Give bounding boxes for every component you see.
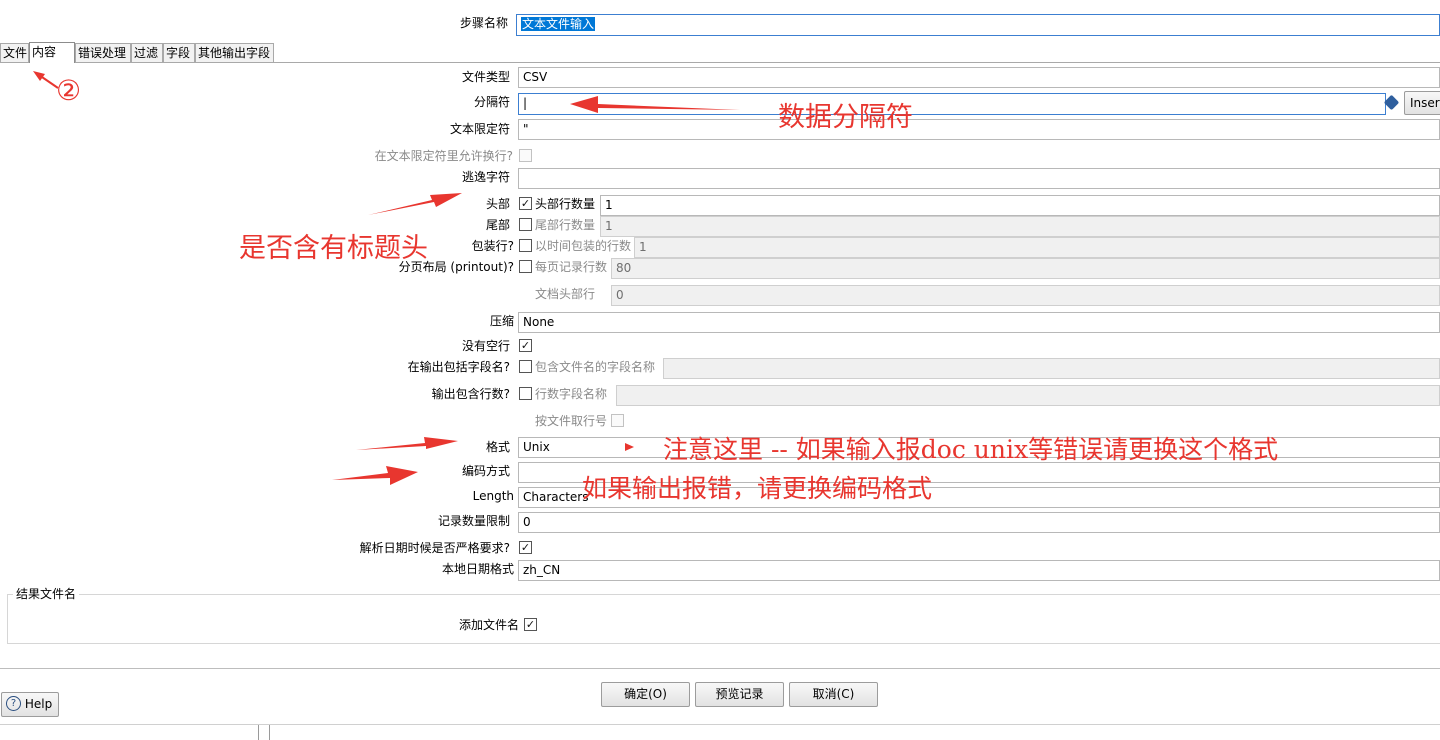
annotation-format-note: 注意这里 -- 如果输入报doc unix等错误请更换这个格式 xyxy=(663,435,1279,464)
format-small-arrowhead xyxy=(625,443,634,451)
arrow-to-format xyxy=(356,437,458,450)
arrow-to-content-tab-head xyxy=(33,71,45,81)
arrow-to-separator xyxy=(570,96,740,113)
annotation-header-note: 是否含有标题头 xyxy=(239,233,428,264)
arrow-to-header xyxy=(368,193,462,215)
arrow-to-encoding xyxy=(332,466,418,485)
annotation-separator-note: 数据分隔符 xyxy=(778,102,913,133)
annotation-encoding-note: 如果输出报错，请更换编码格式 xyxy=(582,474,933,503)
annotation-circle-two: ② xyxy=(56,74,82,107)
annotation-arrows xyxy=(33,71,740,485)
